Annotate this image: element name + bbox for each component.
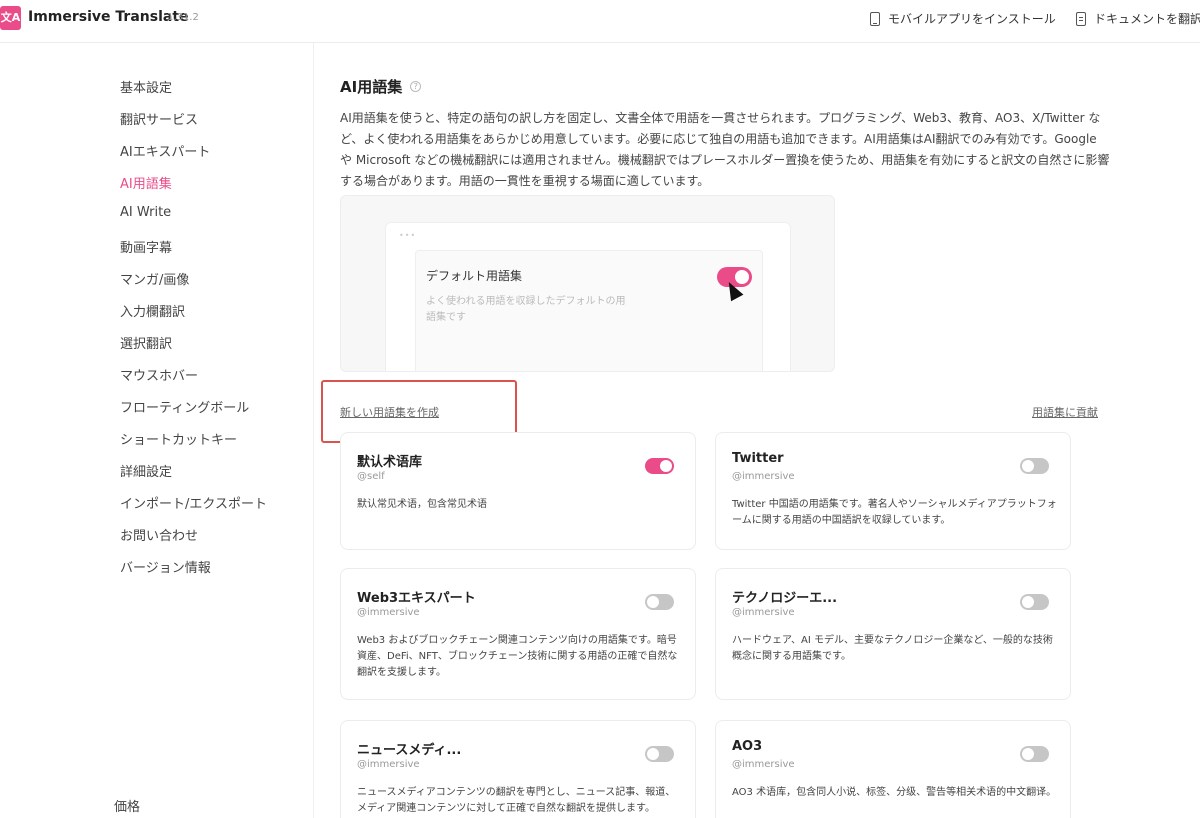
- sidebar-item-version-info[interactable]: バージョン情報: [120, 557, 211, 576]
- app-version: 1.31.2: [167, 12, 199, 23]
- sidebar-item-basic-settings[interactable]: 基本設定: [120, 77, 172, 96]
- glossary-toggle[interactable]: [1020, 594, 1049, 610]
- glossary-toggle[interactable]: [1020, 458, 1049, 474]
- sidebar-item-floating-ball[interactable]: フローティングボール: [120, 397, 249, 416]
- sidebar-item-contact[interactable]: お問い合わせ: [120, 525, 198, 544]
- glossary-toggle[interactable]: [645, 594, 674, 610]
- install-mobile-app-link[interactable]: モバイルアプリをインストール: [870, 10, 1056, 27]
- preview-card-desc: よく使われる用語を収録したデフォルトの用語集です: [426, 296, 626, 323]
- sidebar-item-ai-glossary[interactable]: AI用語集: [120, 173, 172, 192]
- page-description: AI用語集を使うと、特定の語句の訳し方を固定し、文書全体で用語を一貫させられます…: [340, 111, 1110, 188]
- sidebar: 基本設定 翻訳サービス AIエキスパート AI用語集 AI Write 動画字幕…: [0, 43, 314, 818]
- preview-card-title: デフォルト用語集: [426, 269, 523, 283]
- top-header: 文A Immersive Translate 1.31.2 モバイルアプリをイン…: [0, 0, 1200, 43]
- glossary-toggle[interactable]: [1020, 746, 1049, 762]
- sidebar-item-ai-expert[interactable]: AIエキスパート: [120, 141, 210, 160]
- page-title-text: AI用語集: [340, 78, 403, 96]
- glossary-card-desc: 默认常见术语，包含常见术语: [357, 499, 487, 510]
- sidebar-item-input-translation[interactable]: 入力欄翻訳: [120, 301, 185, 320]
- glossary-card-desc: Twitter 中国語の用語集です。著名人やソーシャルメディアプラットフォームに…: [732, 499, 1057, 526]
- glossary-card[interactable]: AO3 @immersive AO3 术语库，包含同人小说、标签、分级、警告等相…: [715, 720, 1071, 818]
- sidebar-item-manga-image[interactable]: マンガ/画像: [120, 269, 189, 288]
- sidebar-item-ai-write[interactable]: AI Write: [120, 205, 171, 220]
- glossary-card-handle: @self: [357, 471, 385, 482]
- preview-illustration: ••• デフォルト用語集 よく使われる用語を収録したデフォルトの用語集です: [340, 195, 835, 372]
- glossary-card[interactable]: テクノロジーエ... @immersive ハードウェア、AI モデル、主要なテ…: [715, 568, 1071, 700]
- glossary-card[interactable]: Twitter @immersive Twitter 中国語の用語集です。著名人…: [715, 432, 1071, 550]
- translate-document-link[interactable]: ドキュメントを翻訳: [1076, 10, 1200, 27]
- glossary-card[interactable]: Web3エキスパート @immersive Web3 およびブロックチェーン関連…: [340, 568, 696, 700]
- glossary-card[interactable]: 默认术语库 @self 默认常见术语，包含常见术语: [340, 432, 696, 550]
- glossary-card-handle: @immersive: [732, 607, 795, 618]
- page-title: AI用語集 ?: [340, 76, 422, 97]
- sidebar-item-translation-services[interactable]: 翻訳サービス: [120, 109, 198, 128]
- glossary-card-handle: @immersive: [732, 471, 795, 482]
- glossary-card-handle: @immersive: [732, 759, 795, 770]
- glossary-card-title: ニュースメディ...: [357, 743, 462, 758]
- glossary-card-handle: @immersive: [357, 607, 420, 618]
- sidebar-item-pricing[interactable]: 価格: [114, 796, 140, 815]
- sidebar-item-selection-translation[interactable]: 選択翻訳: [120, 333, 172, 352]
- glossary-toggle[interactable]: [645, 458, 674, 474]
- glossary-card-desc: Web3 およびブロックチェーン関連コンテンツ向けの用語集です。暗号資産、DeF…: [357, 635, 678, 678]
- install-mobile-app-label: モバイルアプリをインストール: [888, 12, 1056, 26]
- document-icon: [1076, 11, 1086, 26]
- glossary-card-title: 默认术语库: [357, 455, 423, 470]
- sidebar-item-video-subtitles[interactable]: 動画字幕: [120, 237, 172, 256]
- sidebar-item-shortcut-keys[interactable]: ショートカットキー: [120, 429, 237, 448]
- preview-window: ••• デフォルト用語集 よく使われる用語を収録したデフォルトの用語集です: [385, 222, 791, 371]
- glossary-toggle[interactable]: [645, 746, 674, 762]
- glossary-card-handle: @immersive: [357, 759, 420, 770]
- translate-document-label: ドキュメントを翻訳: [1094, 12, 1200, 26]
- glossary-card[interactable]: ニュースメディ... @immersive ニュースメディアコンテンツの翻訳を専…: [340, 720, 696, 818]
- glossary-card-title: AO3: [732, 739, 763, 754]
- phone-icon: [870, 11, 880, 26]
- glossary-card-desc: ニュースメディアコンテンツの翻訳を専門とし、ニュース記事、報道、メディア関連コン…: [357, 787, 676, 814]
- sidebar-item-import-export[interactable]: インポート/エクスポート: [120, 493, 267, 512]
- window-dots: •••: [399, 231, 417, 240]
- sidebar-item-advanced-settings[interactable]: 詳細設定: [120, 461, 172, 480]
- glossary-card-title: Web3エキスパート: [357, 591, 476, 606]
- glossary-card-title: テクノロジーエ...: [732, 591, 838, 606]
- app-logo-icon: 文A: [0, 6, 21, 30]
- glossary-card-title: Twitter: [732, 451, 784, 466]
- glossary-card-desc: ハードウェア、AI モデル、主要なテクノロジー企業など、一般的な技術概念に関する…: [732, 635, 1053, 662]
- sidebar-item-mouse-hover[interactable]: マウスホバー: [120, 365, 198, 384]
- glossary-card-desc: AO3 术语库，包含同人小说、标签、分级、警告等相关术语的中文翻译。: [732, 787, 1057, 798]
- help-icon[interactable]: ?: [410, 81, 422, 92]
- app-name: Immersive Translate: [28, 9, 189, 25]
- contribute-glossary-link[interactable]: 用語集に貢献: [1032, 404, 1098, 420]
- preview-glossary-card: デフォルト用語集 よく使われる用語を収録したデフォルトの用語集です: [415, 250, 763, 371]
